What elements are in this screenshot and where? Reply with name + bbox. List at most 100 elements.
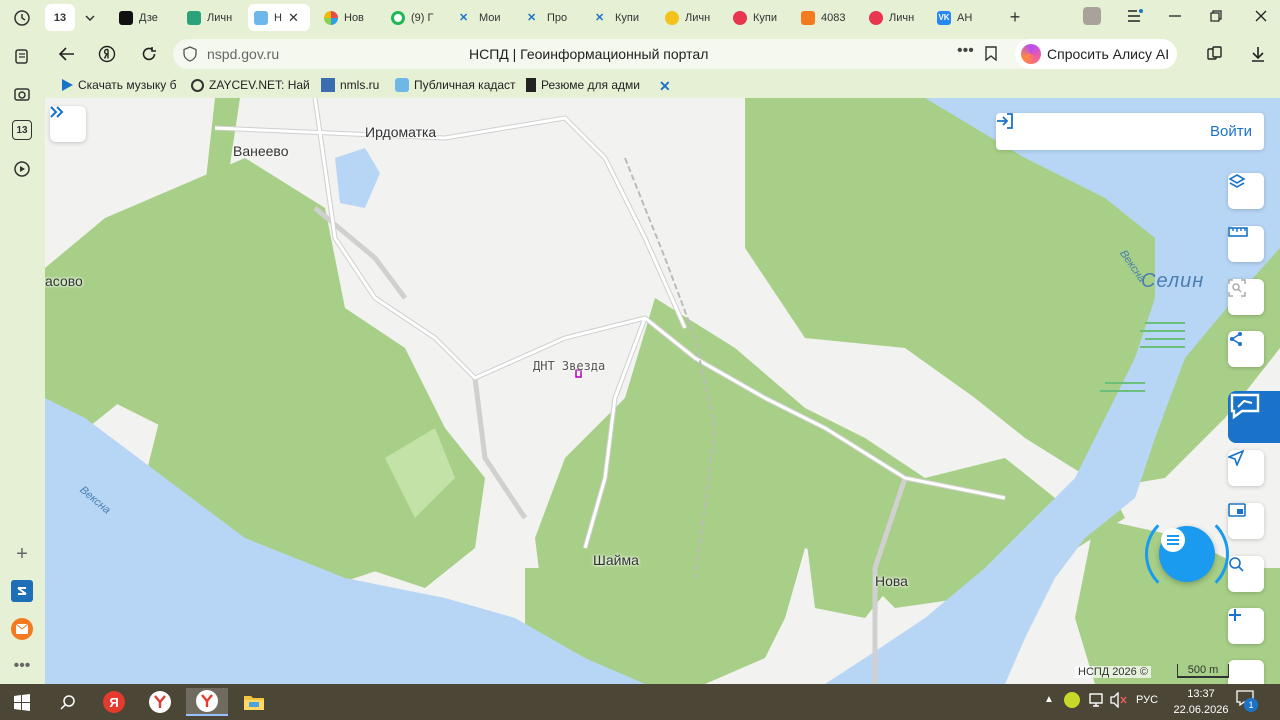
tab-12[interactable]: Личн (863, 4, 923, 31)
add-panel-icon[interactable]: + (10, 542, 34, 566)
bookmark-icon[interactable] (985, 46, 997, 66)
expand-panel-button[interactable] (50, 106, 86, 142)
yandex-browser-active-icon[interactable] (186, 688, 228, 716)
alice-button-label: Спросить Алису AI (1047, 46, 1170, 62)
locate-me-button[interactable] (1228, 450, 1264, 486)
bookmark-4[interactable]: Публичная кадаст (395, 78, 516, 92)
tab-label: Личн (685, 11, 711, 24)
frame-icon (1228, 503, 1246, 517)
file-explorer-icon[interactable] (236, 688, 272, 716)
minimize-icon[interactable] (1165, 6, 1185, 26)
area-select-button[interactable] (1228, 279, 1264, 315)
mail-app-icon[interactable] (11, 618, 33, 640)
restore-icon[interactable] (1206, 6, 1226, 26)
tab-9[interactable]: Личн (659, 4, 719, 31)
tab-3-active[interactable]: Н ✕ (248, 4, 310, 31)
layers-button[interactable] (1228, 173, 1264, 209)
tab-8[interactable]: ✕ Купи (589, 4, 649, 31)
ruler-button[interactable] (1228, 226, 1264, 262)
login-icon (997, 113, 1013, 129)
screenshot-icon[interactable] (10, 82, 34, 106)
tab-7[interactable]: ✕ Про (521, 4, 581, 31)
volume-muted-icon[interactable] (1110, 691, 1128, 713)
bookmark-label: Публичная кадаст (414, 78, 516, 92)
download-icon[interactable] (1248, 44, 1268, 64)
tab-5[interactable]: (9) Г (385, 4, 445, 31)
news-icon (324, 10, 338, 25)
tray-app-icon[interactable] (1064, 692, 1080, 708)
gosuslugi-icon (187, 10, 201, 25)
notifications-button[interactable]: 1 (1236, 690, 1260, 714)
close-tab-icon[interactable]: ✕ (288, 10, 299, 26)
tab-counter[interactable]: 13 (45, 4, 75, 31)
language-indicator[interactable]: РУС (1136, 694, 1158, 706)
vk-icon: VK (937, 10, 951, 25)
url-field[interactable]: nspd.gov.ru НСПД | Геоинформационный пор… (173, 39, 1053, 69)
clock[interactable]: 13:37 22.06.2026 (1170, 686, 1232, 718)
tab-label: Личн (889, 11, 915, 24)
app-s-icon[interactable] (11, 580, 33, 602)
tab-6[interactable]: ✕ Мои (453, 4, 513, 31)
tab-4[interactable]: Нов (318, 4, 378, 31)
tab-label: Купи (615, 11, 640, 24)
alice-ai-button[interactable]: Спросить Алису AI (1015, 39, 1177, 69)
collections-icon[interactable] (10, 44, 34, 68)
login-button[interactable]: Войти (996, 113, 1264, 150)
page-title: НСПД | Геоинформационный портал (469, 46, 709, 62)
yandex-icon[interactable] (97, 44, 117, 64)
tab-list-dropdown[interactable] (78, 4, 102, 31)
chat-icon (1161, 528, 1185, 552)
scale-label: 500 m (1187, 664, 1219, 676)
back-icon[interactable] (57, 44, 77, 64)
reload-icon[interactable] (139, 44, 159, 64)
bookmark-label: Резюме для адми (541, 78, 640, 92)
mail-icon (801, 10, 815, 25)
search-location-button[interactable] (1228, 556, 1264, 592)
new-tab-button[interactable]: + (1003, 4, 1027, 31)
windows-start-icon[interactable] (4, 688, 40, 716)
reader-icon[interactable] (1206, 44, 1226, 64)
search-icon[interactable] (50, 688, 86, 716)
document-icon (526, 78, 536, 92)
picture-in-picture-button[interactable] (1228, 503, 1264, 539)
bookmarks-bar: Скачать музыку б ZAYCEV.NET: Най nmls.ru… (45, 74, 1280, 98)
play-icon[interactable] (10, 157, 34, 181)
bookmark-6[interactable]: ✕ (659, 78, 671, 95)
bookmark-1[interactable]: Скачать музыку б (61, 78, 176, 92)
chat-widget-button[interactable] (1228, 391, 1280, 443)
tab-13[interactable]: VK АН (931, 4, 995, 31)
more-options-icon[interactable]: ••• (957, 42, 974, 60)
zoom-in-button[interactable] (1228, 608, 1264, 644)
share-button[interactable] (1228, 331, 1264, 367)
history-icon[interactable] (10, 6, 34, 30)
map-attribution: НСПД 2026 © (1075, 666, 1151, 678)
map-viewport[interactable]: Ирдоматка Ванеево асово ДНТ Звезда Шайма… (45, 98, 1280, 684)
tab-label: Про (547, 11, 568, 24)
close-window-icon[interactable] (1251, 6, 1271, 26)
windows-taskbar: Я ▲ РУС 13:37 22.06.2026 1 (0, 684, 1280, 720)
map-scale: 500 m (1177, 664, 1229, 678)
map-canvas[interactable] (45, 98, 1280, 684)
profile-avatar[interactable] (1082, 6, 1102, 26)
navigation-arrow-icon (1228, 450, 1244, 466)
tabs-menu-icon[interactable] (1125, 6, 1145, 26)
bookmark-3[interactable]: nmls.ru (321, 78, 379, 92)
network-icon[interactable] (1088, 692, 1106, 713)
tray-expand-icon[interactable]: ▲ (1044, 694, 1054, 705)
tab-counter-badge[interactable]: 13 (12, 120, 32, 140)
yandex-browser-icon[interactable] (142, 688, 178, 716)
tab-label: Н (274, 11, 282, 24)
tab-1[interactable]: Дзе (113, 4, 171, 31)
assistant-chat-button[interactable] (1159, 526, 1215, 582)
tab-2[interactable]: Личн (181, 4, 241, 31)
yandex-app-icon[interactable]: Я (96, 688, 132, 716)
bookmark-5[interactable]: Резюме для адми (526, 78, 640, 92)
site-info-icon[interactable] (183, 46, 197, 67)
more-icon[interactable]: ••• (10, 654, 34, 678)
tab-11[interactable]: 4083 (795, 4, 855, 31)
place-label-nova: Нова (875, 573, 908, 589)
bookmark-2[interactable]: ZAYCEV.NET: Най (191, 78, 310, 92)
tab-10[interactable]: Купи (727, 4, 787, 31)
tab-label: 4083 (821, 11, 846, 24)
zoom-out-button[interactable] (1228, 660, 1264, 684)
